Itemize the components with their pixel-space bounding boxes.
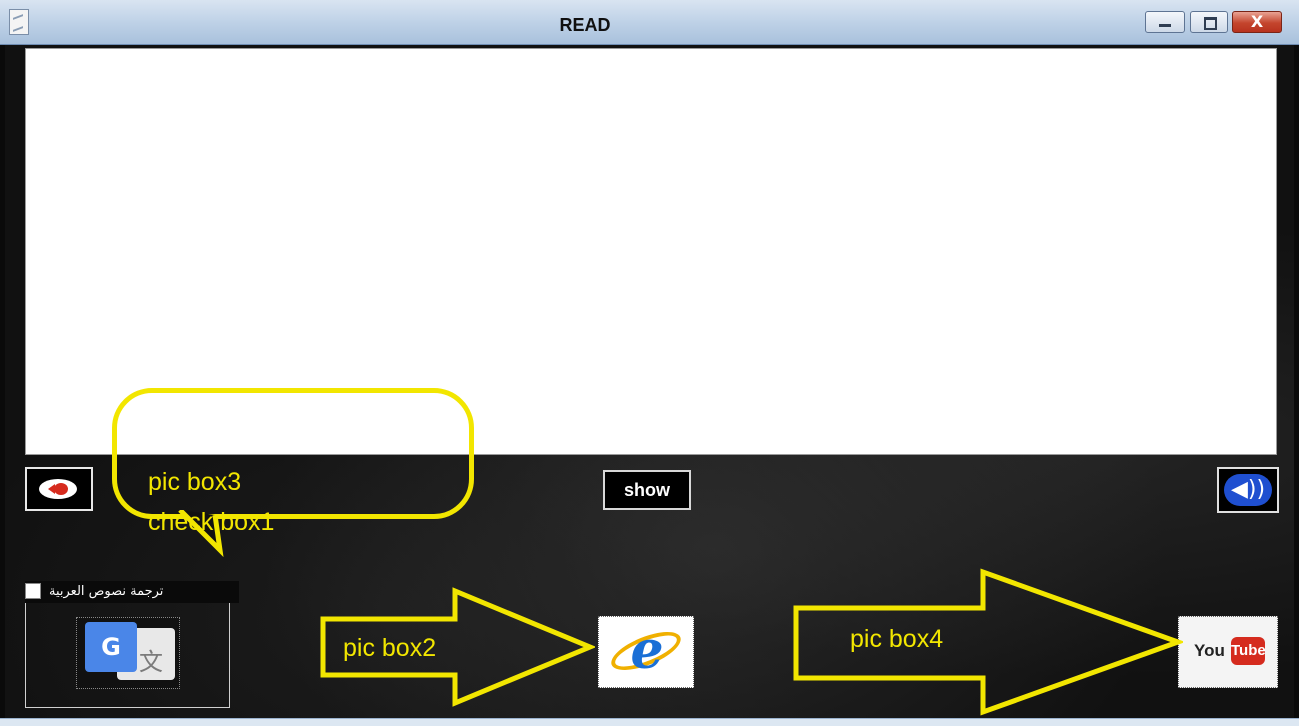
translate-checkbox-row[interactable]: ترجمة نصوص العربية [25, 581, 239, 603]
show-button[interactable]: show [603, 470, 691, 510]
youtube-icon: Tube [1231, 637, 1266, 665]
minimize-icon [1159, 24, 1171, 27]
maximize-icon [1204, 17, 1217, 30]
back-button[interactable] [25, 467, 93, 511]
annotation-callout [112, 388, 474, 519]
google-translate-picture[interactable]: 文 G [76, 617, 180, 689]
arrow-2-label: pic box4 [850, 625, 944, 653]
window-title: READ [559, 15, 611, 35]
title-bar[interactable]: READ X [0, 0, 1299, 45]
back-arrow-icon [39, 479, 77, 499]
close-button[interactable]: X [1232, 11, 1282, 33]
internet-explorer-icon: e [630, 620, 664, 681]
internet-explorer-picture[interactable]: e [598, 616, 694, 688]
maximize-button[interactable] [1190, 11, 1228, 33]
callout-line-2: check box1 [148, 508, 275, 536]
speaker-button[interactable]: ◀)) [1217, 467, 1279, 513]
back-dot [54, 483, 68, 495]
speaker-icon: ◀)) [1224, 474, 1272, 506]
chinese-char-icon: 文 [139, 648, 163, 676]
youtube-you-text: You [1194, 641, 1225, 660]
arrow-1-label: pic box2 [343, 634, 437, 662]
google-translate-icon: G [85, 622, 137, 672]
translate-checkbox[interactable] [25, 583, 41, 599]
close-icon: X [1250, 12, 1264, 31]
youtube-picture[interactable]: You Tube [1178, 616, 1278, 688]
read-window: READ X show ◀)) ترجمة نصوص العربية 文 G e… [0, 0, 1299, 718]
translate-checkbox-label: ترجمة نصوص العربية [49, 584, 164, 599]
callout-line-1: pic box3 [148, 468, 242, 496]
minimize-button[interactable] [1145, 11, 1185, 33]
